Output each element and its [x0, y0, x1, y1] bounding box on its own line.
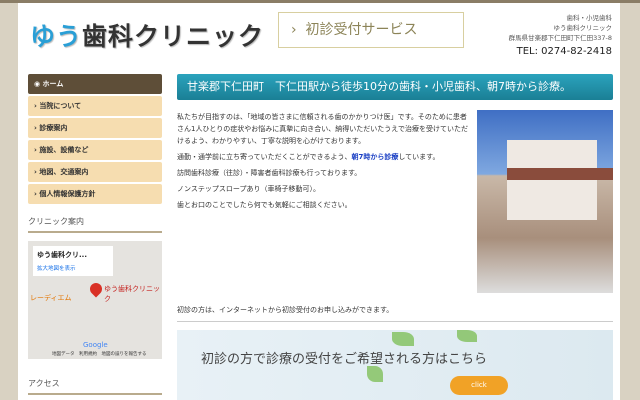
map-place-label: ゆう歯科クリニック [104, 285, 160, 303]
paragraph: ノンステップスロープあり（車椅子移動可）。 [177, 185, 320, 193]
info-line: 群馬県甘楽郡下仁田町下仁田337-8 [508, 34, 612, 42]
logo-text: 歯科クリニック [82, 22, 265, 51]
nav-home[interactable]: ◉ ホーム [28, 74, 162, 94]
text: 通勤・通学前に立ち寄っていただくことができるよう、 [177, 153, 352, 161]
service-label: 初診受付サービス [305, 22, 418, 38]
intro-text: 私たちが目指すのは、「地域の皆さまに信頼される歯のかかりつけ医」です。そのために… [177, 111, 472, 215]
nav-label: 地図、交通案内 [39, 168, 89, 176]
nav-access[interactable]: › 地図、交通案内 [28, 162, 162, 182]
access-heading: アクセス [28, 378, 162, 395]
highlight-link[interactable]: 朝7時から診療 [352, 153, 399, 161]
page-title: 甘楽郡下仁田町 下仁田駅から徒歩10分の歯科・小児歯科、朝7時から診療。 [177, 74, 613, 100]
click-button[interactable]: click [450, 376, 508, 395]
divider [177, 321, 613, 322]
paragraph: 訪問歯科診療（往診）・障害者歯科診療も行っております。 [177, 169, 362, 177]
building [507, 140, 597, 220]
text: しています。 [398, 153, 440, 161]
leaf-icon [367, 366, 383, 382]
nav-label: 施設、設備など [39, 146, 89, 154]
nav-about[interactable]: › 当院について [28, 96, 162, 116]
leaf-icon [392, 332, 414, 346]
map-footer[interactable]: 地図データ 利用規約 地図の誤りを報告する [52, 351, 147, 357]
map-card-title: ゆう歯科クリ... [37, 251, 87, 259]
map-info-card: ゆう歯科クリ... 拡大地図を表示 [33, 246, 113, 276]
first-visit-lead: 初診の方は、インターネットから初診受付のお申し込みができます。 [177, 306, 394, 314]
nav-services[interactable]: › 診療案内 [28, 118, 162, 138]
nav-label: 当院について [39, 102, 82, 110]
info-line: 歯科・小児歯科 [566, 14, 613, 22]
nav-facilities[interactable]: › 施設、設備など [28, 140, 162, 160]
leaf-icon [457, 330, 477, 342]
banner-text: 初診の方で診療の受付をご希望される方はこちら [201, 352, 488, 367]
first-visit-service-button[interactable]: › 初診受付サービス [278, 12, 464, 48]
google-map[interactable]: ゆう歯科クリ... 拡大地図を表示 ゆう歯科クリニック レーディエム Google… [28, 241, 162, 359]
google-logo: Google [83, 341, 108, 349]
first-visit-banner[interactable]: 初診の方で診療の受付をご希望される方はこちら click [177, 330, 613, 400]
nav-privacy[interactable]: › 個人情報保護方針 [28, 184, 162, 204]
paragraph: 通勤・通学前に立ち寄っていただくことができるよう、朝7時から診療しています。 [177, 151, 472, 163]
header-info: 歯科・小児歯科ゆう歯科クリニック群馬県甘楽郡下仁田町下仁田337-8 [509, 13, 612, 43]
page: ゆう歯科クリニック › 初診受付サービス 歯科・小児歯科 ゆう歯科クリニック 群馬県… [18, 3, 620, 400]
chevron-right-icon: › [291, 22, 306, 38]
paragraph: 歯とお口のことでしたら何でも気軽にご相談ください。 [177, 201, 352, 209]
paragraph: 私たちが目指すのは、「地域の皆さまに信頼される歯のかかりつけ医」です。そのために… [177, 113, 469, 145]
logo-accent: ゆう [30, 22, 83, 51]
clinic-photo [477, 110, 613, 293]
clinic-heading: クリニック案内 [28, 216, 162, 233]
logo[interactable]: ゆう歯科クリニック [30, 17, 264, 53]
phone-number[interactable]: TEL: 0274-82-2418 [517, 46, 612, 57]
enlarge-map-link[interactable]: 拡大地図を表示 [37, 264, 109, 272]
map-pin-icon[interactable] [87, 280, 105, 298]
map-poi-label: レーディエム [30, 294, 72, 302]
nav-label: 診療案内 [39, 124, 68, 132]
nav-label: 個人情報保護方針 [39, 190, 96, 198]
info-line: ゆう歯科クリニック [553, 24, 613, 32]
nav-label: ホーム [42, 80, 64, 88]
sidebar-nav: ◉ ホーム › 当院について › 診療案内 › 施設、設備など › 地図、交通案… [28, 74, 162, 206]
roof [507, 168, 613, 180]
